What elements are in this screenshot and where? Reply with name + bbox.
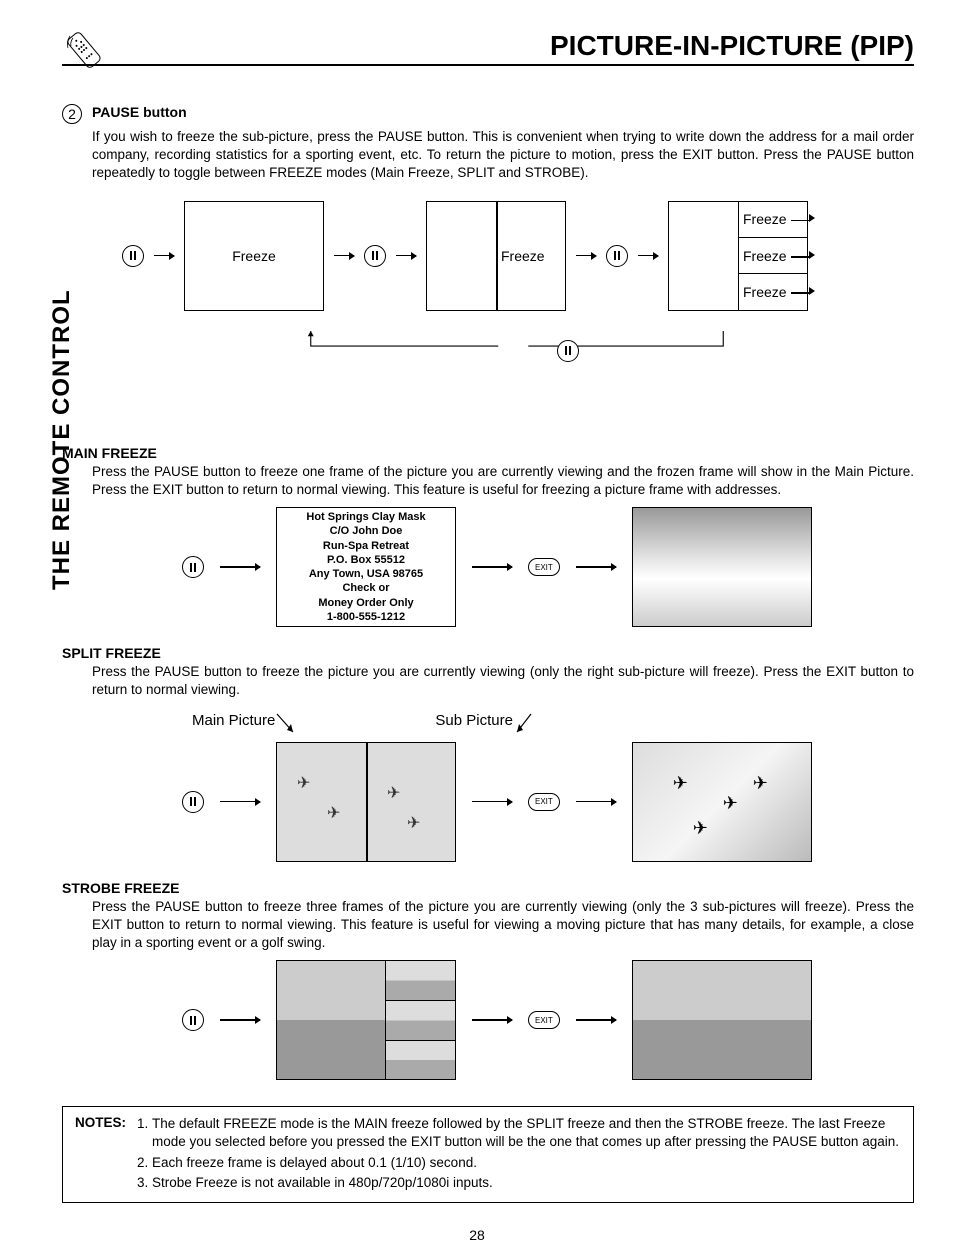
main-freeze-flow: Hot Springs Clay Mask C/O John Doe Run-S…: [182, 507, 914, 627]
page-number: 28: [40, 1227, 914, 1243]
note-item: The default FREEZE mode is the MAIN free…: [152, 1115, 901, 1151]
strobe-freeze-box: Freeze Freeze Freeze: [668, 201, 808, 311]
page-title: PICTURE-IN-PICTURE (PIP): [62, 30, 914, 66]
pause-icon: [182, 1009, 204, 1031]
notes-label: NOTES:: [75, 1115, 126, 1194]
main-freeze-box: Freeze: [184, 201, 324, 311]
pause-icon: [364, 245, 386, 267]
remote-control-icon: [62, 28, 106, 72]
arrow-icon: [576, 566, 616, 568]
step-number: 2: [62, 104, 82, 124]
strobe-freeze-flow: EXIT: [182, 960, 914, 1080]
arrow-icon: [334, 255, 354, 257]
step-body: If you wish to freeze the sub-picture, p…: [92, 128, 914, 183]
arrow-icon: [576, 1019, 616, 1021]
arrow-icon: [472, 801, 512, 803]
split-freeze-body: Press the PAUSE button to freeze the pic…: [92, 663, 914, 699]
pause-icon: [606, 245, 628, 267]
pause-icon: [182, 556, 204, 578]
pause-icon: [122, 245, 144, 267]
output-frame: [632, 960, 812, 1080]
arrow-icon: [576, 255, 596, 257]
note-item: Strobe Freeze is not available in 480p/7…: [152, 1174, 901, 1192]
return-arrow: [307, 331, 727, 361]
output-frame: ✈ ✈ ✈ ✈: [632, 742, 812, 862]
side-chapter-label: THE REMOTE CONTROL: [48, 289, 76, 590]
pause-icon: [557, 340, 579, 362]
strobe-frame: [276, 960, 456, 1080]
main-freeze-title: MAIN FREEZE: [62, 445, 914, 461]
arrow-icon: [638, 255, 658, 257]
arrow-icon: [220, 1019, 260, 1021]
split-frame: ✈✈ ✈✈: [276, 742, 456, 862]
arrow-icon: [576, 801, 616, 803]
step-title: PAUSE button: [92, 104, 187, 120]
pause-icon: [182, 791, 204, 813]
address-frame: Hot Springs Clay Mask C/O John Doe Run-S…: [276, 507, 456, 627]
split-freeze-title: SPLIT FREEZE: [62, 645, 914, 661]
split-freeze-flow: ✈✈ ✈✈ EXIT ✈ ✈ ✈ ✈: [182, 742, 914, 862]
output-frame: [632, 507, 812, 627]
arrow-icon: [154, 255, 174, 257]
strobe-freeze-title: STROBE FREEZE: [62, 880, 914, 896]
note-item: Each freeze frame is delayed about 0.1 (…: [152, 1154, 901, 1172]
exit-button-icon: EXIT: [528, 1011, 560, 1029]
exit-button-icon: EXIT: [528, 793, 560, 811]
notes-box: NOTES: The default FREEZE mode is the MA…: [62, 1106, 914, 1203]
arrow-icon: [472, 566, 512, 568]
exit-button-icon: EXIT: [528, 558, 560, 576]
freeze-cycle-diagram: Freeze Freeze Freeze Freeze Freeze: [122, 201, 914, 371]
split-freeze-box: Freeze: [426, 201, 566, 311]
arrow-icon: [220, 566, 260, 568]
notes-list: The default FREEZE mode is the MAIN free…: [132, 1115, 901, 1194]
arrow-icon: [396, 255, 416, 257]
arrow-icon: [220, 801, 260, 803]
strobe-freeze-body: Press the PAUSE button to freeze three f…: [92, 898, 914, 953]
arrow-icon: [472, 1019, 512, 1021]
split-labels: Main Picture Sub Picture: [192, 712, 914, 734]
main-freeze-body: Press the PAUSE button to freeze one fra…: [92, 463, 914, 499]
